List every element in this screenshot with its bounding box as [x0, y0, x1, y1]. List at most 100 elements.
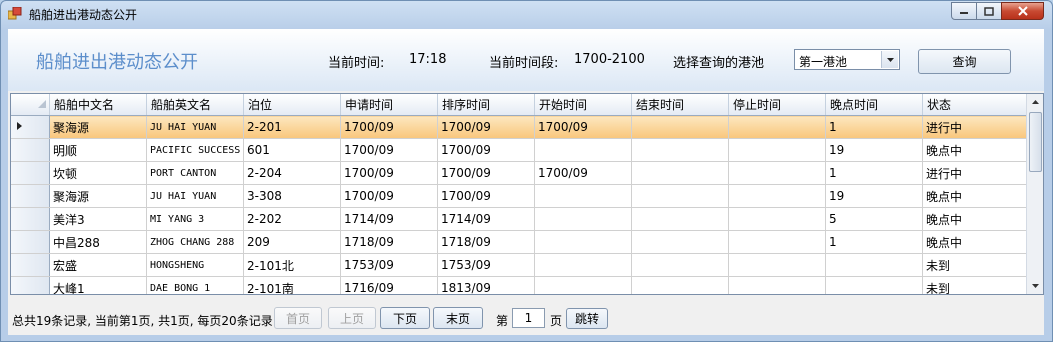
column-header[interactable]: 申请时间 — [340, 94, 438, 116]
column-header[interactable]: 晚点时间 — [825, 94, 923, 116]
table-cell[interactable]: HONGSHENG — [146, 253, 244, 277]
column-header[interactable]: 船舶英文名 — [146, 94, 244, 116]
table-cell[interactable] — [728, 184, 826, 208]
table-cell[interactable] — [728, 161, 826, 185]
table-cell[interactable]: 1753/09 — [437, 253, 535, 277]
last-page-button[interactable]: 末页 — [433, 307, 483, 329]
table-cell[interactable]: 1700/09 — [437, 161, 535, 185]
table-cell[interactable]: JU HAI YUAN — [146, 115, 244, 139]
table-cell[interactable] — [728, 253, 826, 277]
table-cell[interactable]: 1718/09 — [340, 230, 438, 254]
table-cell[interactable]: 2-204 — [243, 161, 341, 185]
scroll-thumb[interactable] — [1029, 112, 1042, 172]
table-cell[interactable]: 1 — [825, 161, 923, 185]
table-cell[interactable] — [534, 184, 632, 208]
row-header[interactable] — [11, 138, 50, 162]
port-select[interactable]: 第一港池 — [794, 49, 900, 70]
table-cell[interactable]: 进行中 — [922, 115, 1027, 139]
table-cell[interactable]: 1700/09 — [534, 115, 632, 139]
table-cell[interactable] — [728, 276, 826, 294]
row-header[interactable] — [11, 115, 50, 139]
table-row[interactable]: 美洋3 MI YANG 3 2-202 1714/09 1714/09 5 晚点中 — [11, 207, 1027, 231]
table-cell[interactable]: 1700/09 — [340, 115, 438, 139]
table-cell[interactable]: 晚点中 — [922, 207, 1027, 231]
table-cell[interactable]: 聚海源 — [49, 184, 147, 208]
table-cell[interactable]: 1700/09 — [340, 161, 438, 185]
table-cell[interactable] — [534, 230, 632, 254]
row-header[interactable] — [11, 230, 50, 254]
table-cell[interactable]: 1700/09 — [534, 161, 632, 185]
table-cell[interactable]: 1700/09 — [437, 115, 535, 139]
table-row[interactable]: 明顺 PACIFIC SUCCESS 601 1700/09 1700/09 19 晚点中 — [11, 138, 1027, 162]
column-header[interactable]: 停止时间 — [728, 94, 826, 116]
page-number-input[interactable]: 1 — [512, 308, 545, 328]
row-header[interactable] — [11, 207, 50, 231]
table-cell[interactable]: PORT CANTON — [146, 161, 244, 185]
grid-corner-header[interactable] — [11, 94, 50, 116]
scroll-up-button[interactable] — [1027, 94, 1043, 110]
table-cell[interactable]: 1813/09 — [437, 276, 535, 294]
table-cell[interactable] — [825, 253, 923, 277]
table-cell[interactable]: 1 — [825, 230, 923, 254]
table-cell[interactable]: 未到 — [922, 276, 1027, 294]
query-button[interactable]: 查询 — [918, 49, 1011, 74]
close-button[interactable] — [1001, 2, 1044, 20]
table-cell[interactable]: 1718/09 — [437, 230, 535, 254]
first-page-button[interactable]: 首页 — [274, 307, 322, 329]
table-cell[interactable] — [534, 207, 632, 231]
table-cell[interactable] — [534, 138, 632, 162]
table-cell[interactable]: 2-101北 — [243, 253, 341, 277]
table-cell[interactable] — [631, 115, 729, 139]
table-cell[interactable]: 3-308 — [243, 184, 341, 208]
table-cell[interactable] — [534, 253, 632, 277]
table-cell[interactable]: ZHOG CHANG 288 — [146, 230, 244, 254]
row-header[interactable] — [11, 184, 50, 208]
table-cell[interactable]: 聚海源 — [49, 115, 147, 139]
table-cell[interactable] — [534, 276, 632, 294]
minimize-button[interactable] — [951, 2, 977, 20]
table-row[interactable]: 聚海源 JU HAI YUAN 2-201 1700/09 1700/09 1700/09… — [11, 115, 1027, 139]
table-cell[interactable]: 中昌288 — [49, 230, 147, 254]
table-cell[interactable]: 1700/09 — [437, 184, 535, 208]
table-cell[interactable]: 1716/09 — [340, 276, 438, 294]
table-cell[interactable] — [631, 253, 729, 277]
table-cell[interactable] — [728, 230, 826, 254]
column-header[interactable]: 泊位 — [243, 94, 341, 116]
table-cell[interactable] — [631, 138, 729, 162]
table-cell[interactable]: 坎顿 — [49, 161, 147, 185]
table-row[interactable]: 聚海源 JU HAI YUAN 3-308 1700/09 1700/09 19 晚点中 — [11, 184, 1027, 208]
table-cell[interactable]: 1700/09 — [340, 184, 438, 208]
row-header[interactable] — [11, 161, 50, 185]
table-cell[interactable]: 19 — [825, 138, 923, 162]
table-cell[interactable]: 2-101南 — [243, 276, 341, 294]
table-cell[interactable] — [728, 207, 826, 231]
table-row[interactable]: 中昌288 ZHOG CHANG 288 209 1718/09 1718/09 1 晚点中 — [11, 230, 1027, 254]
table-cell[interactable]: 5 — [825, 207, 923, 231]
table-cell[interactable]: 2-202 — [243, 207, 341, 231]
next-page-button[interactable]: 下页 — [380, 307, 430, 329]
column-header[interactable]: 结束时间 — [631, 94, 729, 116]
dropdown-button[interactable] — [881, 51, 898, 68]
table-cell[interactable] — [728, 138, 826, 162]
table-cell[interactable] — [631, 184, 729, 208]
table-cell[interactable]: JU HAI YUAN — [146, 184, 244, 208]
table-cell[interactable]: 1700/09 — [437, 138, 535, 162]
table-cell[interactable]: 宏盛 — [49, 253, 147, 277]
table-cell[interactable]: PACIFIC SUCCESS — [146, 138, 244, 162]
table-cell[interactable] — [631, 207, 729, 231]
table-cell[interactable] — [631, 230, 729, 254]
column-header[interactable]: 开始时间 — [534, 94, 632, 116]
table-cell[interactable]: 1 — [825, 115, 923, 139]
column-header[interactable]: 排序时间 — [437, 94, 535, 116]
table-cell[interactable]: 1753/09 — [340, 253, 438, 277]
table-cell[interactable]: 2-201 — [243, 115, 341, 139]
table-cell[interactable]: 19 — [825, 184, 923, 208]
scroll-down-button[interactable] — [1027, 278, 1043, 294]
jump-button[interactable]: 跳转 — [566, 308, 608, 329]
table-cell[interactable]: 晚点中 — [922, 230, 1027, 254]
table-row[interactable]: 宏盛 HONGSHENG 2-101北 1753/09 1753/09 未到 — [11, 253, 1027, 277]
table-cell[interactable]: 209 — [243, 230, 341, 254]
table-cell[interactable]: 美洋3 — [49, 207, 147, 231]
ship-table[interactable]: 船舶中文名 船舶英文名 泊位 申请时间 排序时间 开始时间 结束时间 停止时间 晚点时间 状态 聚… — [10, 93, 1044, 295]
table-cell[interactable]: 1700/09 — [340, 138, 438, 162]
